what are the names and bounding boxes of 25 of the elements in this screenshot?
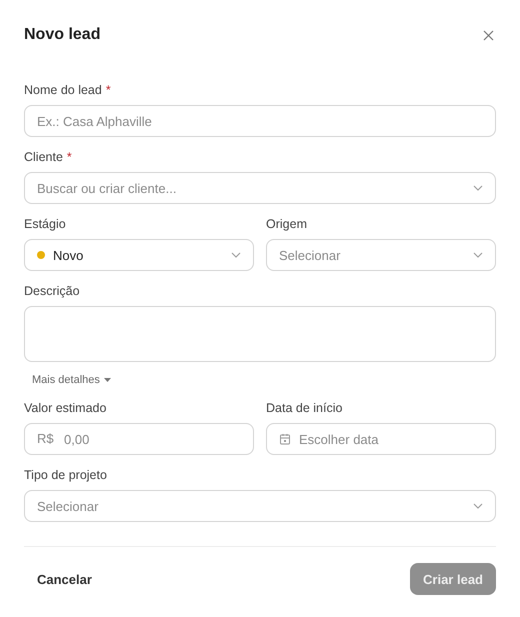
date-input[interactable]: Escolher data — [266, 423, 496, 455]
currency-prefix: R$ — [37, 431, 54, 447]
chevron-down-icon — [473, 185, 483, 191]
chevron-down-icon — [473, 252, 483, 258]
more-details-toggle[interactable]: Mais detalhes — [24, 374, 119, 386]
field-label: Tipo de projeto — [24, 467, 108, 483]
select-field[interactable]: Selecionar — [266, 239, 496, 271]
select-field[interactable]: Buscar ou criar cliente... — [24, 172, 496, 204]
dialog-title: Novo lead — [24, 26, 100, 44]
calendar-icon — [279, 433, 291, 445]
select-field[interactable]: Novo — [24, 239, 254, 271]
select-field[interactable]: Selecionar — [24, 490, 496, 522]
caret-down-icon — [104, 378, 111, 382]
field-label: Data de início — [266, 400, 344, 416]
field-label: Nome do lead * — [24, 82, 112, 98]
field-label: Descrição — [24, 283, 81, 299]
field-label: Estágio — [24, 216, 67, 232]
field-label: Valor estimado — [24, 400, 108, 416]
field-label: Cliente * — [24, 149, 73, 165]
chevron-down-icon — [231, 252, 241, 258]
cancel-button[interactable]: Cancelar — [24, 564, 105, 594]
chevron-down-icon — [473, 503, 483, 509]
text-input[interactable]: Ex.: Casa Alphaville — [24, 105, 496, 137]
textarea-field[interactable] — [24, 306, 496, 362]
field-label: Origem — [266, 216, 308, 232]
